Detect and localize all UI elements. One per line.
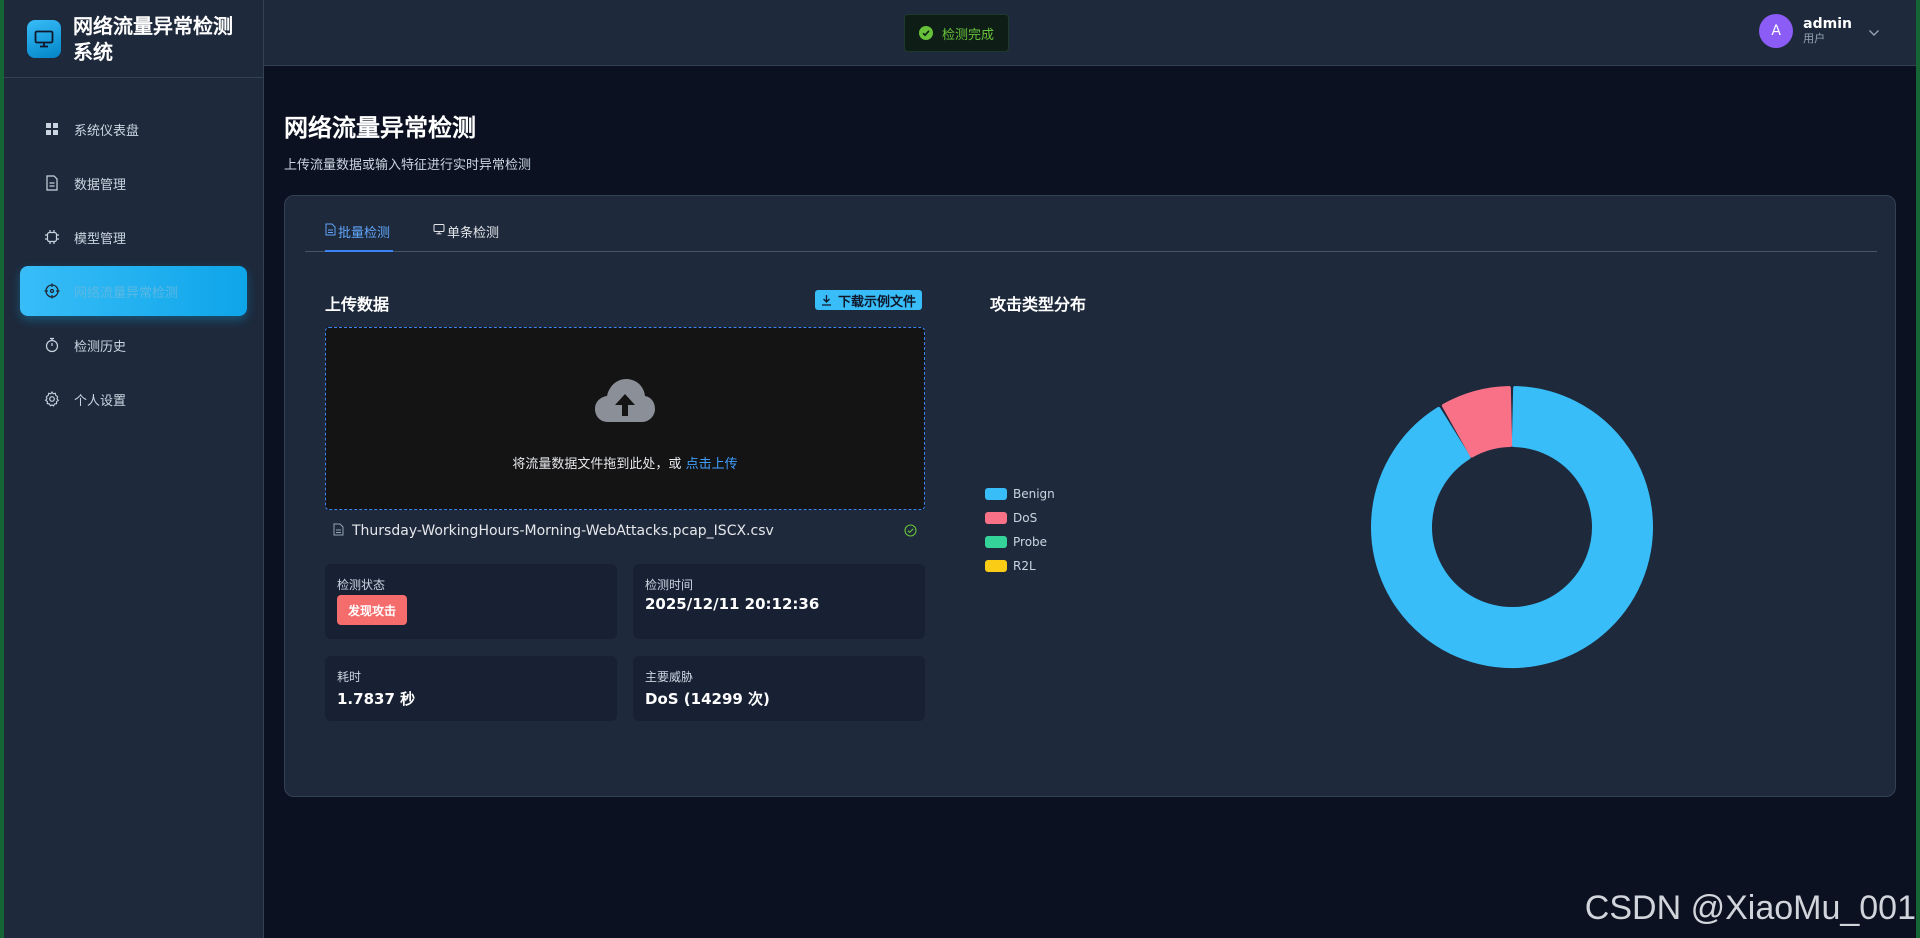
sidebar-item-anomaly-detection[interactable]: 网络流量异常检测 [20, 266, 247, 316]
sidebar-item-label: 网络流量异常检测 [74, 285, 179, 301]
sidebar-item-data[interactable]: 数据管理 [20, 158, 247, 208]
user-menu[interactable]: A admin 用户 [1759, 14, 1880, 48]
target-icon [44, 283, 60, 299]
sidebar-item-models[interactable]: 模型管理 [20, 212, 247, 262]
topbar: 检测完成 A admin 用户 [264, 0, 1920, 66]
sidebar-item-label: 模型管理 [74, 231, 127, 247]
sidebar-item-label: 数据管理 [74, 177, 127, 193]
sidebar-item-label: 个人设置 [74, 393, 127, 409]
attack-distribution-donut-chart [1371, 386, 1653, 668]
sidebar: 网络流量异常检测系统 系统仪表盘 数据管理 模型管理 网络流量异常检测 检测历史… [0, 0, 264, 938]
window-right-edge [1916, 0, 1920, 938]
success-toast: 检测完成 [904, 14, 1010, 52]
user-name: admin [1803, 16, 1852, 32]
brand: 网络流量异常检测系统 [0, 0, 263, 78]
main-content: 检测完成 A admin 用户 网络流量异常检测 上传流量数据或输入特征进行实时… [264, 0, 1920, 938]
sidebar-item-settings[interactable]: 个人设置 [20, 374, 247, 424]
detection-card: 批量检测 单条检测 上传数据 下载示例文件 将流量数据文件拖到此处，或 点击上传… [284, 195, 1896, 797]
stopwatch-icon [44, 337, 60, 353]
cpu-icon [44, 229, 60, 245]
gear-icon [44, 391, 60, 407]
avatar[interactable]: A [1759, 14, 1794, 48]
sidebar-nav: 系统仪表盘 数据管理 模型管理 网络流量异常检测 检测历史 个人设置 [0, 78, 263, 424]
app-title: 网络流量异常检测系统 [73, 13, 233, 64]
sidebar-item-dashboard[interactable]: 系统仪表盘 [20, 104, 247, 154]
check-circle-icon [919, 26, 933, 40]
window-left-edge [0, 0, 4, 938]
page-title: 网络流量异常检测 [284, 114, 476, 142]
document-icon [44, 175, 60, 191]
sidebar-item-label: 检测历史 [74, 339, 127, 355]
app-root: 网络流量异常检测系统 系统仪表盘 数据管理 模型管理 网络流量异常检测 检测历史… [0, 0, 1920, 938]
sidebar-item-label: 系统仪表盘 [74, 123, 140, 139]
monitor-logo-icon [27, 19, 61, 58]
user-info: admin 用户 [1803, 16, 1852, 46]
user-role: 用户 [1803, 32, 1826, 45]
chevron-down-icon[interactable] [1868, 22, 1880, 41]
donut-slice-benign[interactable] [1371, 386, 1653, 668]
sidebar-item-history[interactable]: 检测历史 [20, 320, 247, 370]
page-subtitle: 上传流量数据或输入特征进行实时异常检测 [284, 158, 532, 173]
toast-message: 检测完成 [942, 27, 995, 43]
grid-icon [44, 121, 60, 137]
watermark-text: CSDN @XiaoMu_001 [1584, 889, 1916, 927]
